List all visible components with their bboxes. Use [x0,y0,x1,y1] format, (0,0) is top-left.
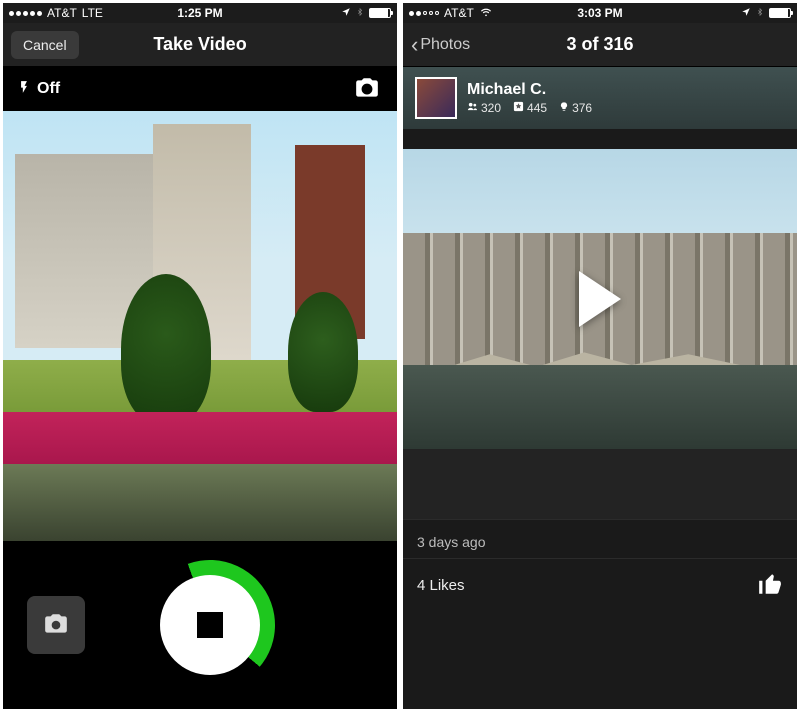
back-button[interactable]: ‹ Photos [411,32,470,58]
detail-body: Michael C. 320 445 376 [403,67,797,709]
network-label: LTE [82,6,103,20]
star-badge-icon [513,101,524,115]
battery-icon [369,8,391,18]
battery-icon [769,8,791,18]
likes-count-label: 4 Likes [417,577,465,594]
record-progress-ring [145,560,275,690]
bulb-icon [559,101,569,115]
tips-count: 376 [572,101,592,115]
like-button[interactable] [757,571,783,600]
thumbs-up-icon [757,585,783,600]
status-right [741,6,791,21]
nav-bar: ‹ Photos 3 of 316 [403,23,797,67]
bluetooth-icon [356,6,364,21]
status-left: AT&T [409,6,493,20]
screen-take-video: AT&T LTE 1:25 PM Cancel Take Video Off [3,3,397,709]
camera-icon [41,611,71,640]
location-icon [741,6,751,20]
flash-label: Off [37,80,60,98]
nav-bar: Cancel Take Video [3,23,397,67]
status-bar: AT&T LTE 1:25 PM [3,3,397,23]
flash-icon [17,76,31,103]
back-label: Photos [420,36,470,54]
camera-controls-row: Off [3,67,397,111]
clock-label: 3:03 PM [577,6,622,20]
status-left: AT&T LTE [9,6,103,20]
clock-label: 1:25 PM [177,6,222,20]
author-name: Michael C. [467,81,592,99]
stat-tips: 376 [559,101,592,115]
stat-reviews: 445 [513,101,547,115]
play-icon [579,271,621,327]
camera-viewfinder[interactable] [3,111,397,541]
author-info: Michael C. 320 445 376 [467,81,592,115]
reviews-count: 445 [527,101,547,115]
stop-icon [197,612,223,638]
timestamp-label: 3 days ago [403,519,797,558]
video-thumbnail[interactable] [403,149,797,449]
stop-record-button[interactable] [160,575,260,675]
signal-dots-icon [9,11,42,16]
friends-count: 320 [481,101,501,115]
wifi-icon [479,6,493,20]
screen-photo-detail: AT&T 3:03 PM ‹ Photos 3 of 316 [403,3,797,709]
bluetooth-icon [756,6,764,21]
author-row[interactable]: Michael C. 320 445 376 [403,67,797,129]
switch-camera-button[interactable] [351,75,383,104]
likes-row: 4 Likes [403,558,797,618]
friends-icon [467,101,478,115]
flash-toggle[interactable]: Off [17,76,60,103]
status-bar: AT&T 3:03 PM [403,3,797,23]
capture-bar [3,541,397,709]
location-icon [341,6,351,20]
caption-area [403,449,797,519]
page-title: Take Video [153,34,246,55]
carrier-label: AT&T [444,6,474,20]
page-title: 3 of 316 [566,34,633,55]
carrier-label: AT&T [47,6,77,20]
chevron-left-icon: ‹ [411,32,418,58]
author-stats: 320 445 376 [467,101,592,115]
switch-camera-icon [351,89,383,104]
signal-dots-icon [409,11,439,16]
cancel-button[interactable]: Cancel [11,31,79,59]
avatar [415,77,457,119]
photo-mode-button[interactable] [27,596,85,654]
stat-friends: 320 [467,101,501,115]
status-right [341,6,391,21]
